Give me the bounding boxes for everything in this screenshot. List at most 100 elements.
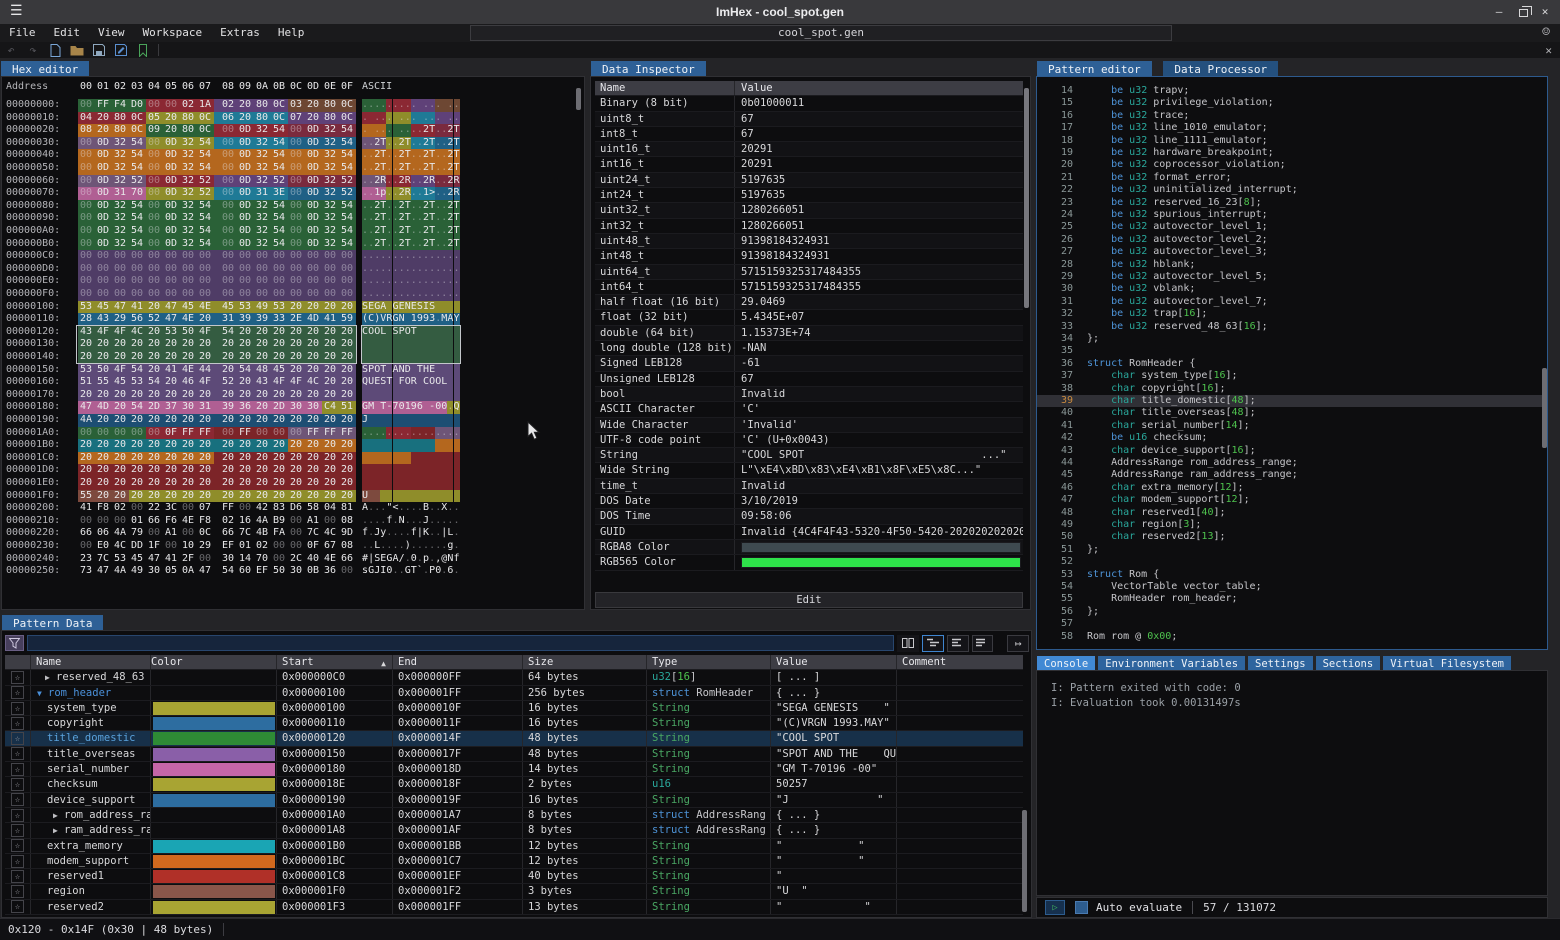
hex-byte[interactable]: 20 [163, 439, 180, 452]
hex-byte[interactable]: 08 [339, 540, 356, 553]
inspector-row[interactable]: uint16_t 20291 [595, 142, 1023, 158]
hex-byte[interactable]: 00 [146, 225, 163, 238]
hex-byte[interactable]: 20 [78, 464, 95, 477]
hex-byte[interactable]: 20 [339, 388, 356, 402]
hex-byte[interactable]: FF [339, 426, 356, 440]
hex-byte[interactable]: 0D [305, 187, 322, 200]
hex-row[interactable]: 00000090: 00 0D 32 54 00 0D 32 54 00 0D 32 54 00 0D 32 5… [2, 212, 580, 225]
hex-byte[interactable]: 00 [146, 174, 163, 188]
hex-byte[interactable]: 54 [339, 237, 356, 251]
hex-byte[interactable]: 00 [288, 540, 305, 553]
hex-byte[interactable]: 20 [129, 414, 146, 427]
inspector-row[interactable]: half float (16 bit) 29.0469 [595, 295, 1023, 311]
hex-byte[interactable]: 32 [322, 225, 339, 238]
hex-byte[interactable]: 52 [197, 187, 214, 200]
hex-byte[interactable]: 00 [146, 149, 163, 162]
hex-byte[interactable]: 20 [112, 401, 129, 414]
hex-byte[interactable]: 00 [322, 250, 339, 263]
hex-byte[interactable]: 20 [163, 376, 180, 389]
hex-byte[interactable]: 31 [254, 187, 271, 200]
hex-byte[interactable]: 81 [339, 502, 356, 515]
hex-byte[interactable]: 20 [95, 464, 112, 477]
hex-byte[interactable]: 32 [180, 136, 197, 150]
hex-byte[interactable]: 20 [339, 338, 356, 351]
hex-byte[interactable]: 00 [146, 527, 163, 540]
hex-byte[interactable]: 20 [180, 477, 197, 490]
hex-byte[interactable]: 54 [271, 237, 288, 251]
hex-byte[interactable]: 41 [129, 300, 146, 314]
hex-byte[interactable]: 00 [254, 250, 271, 263]
hex-ascii-char[interactable]: T [453, 212, 460, 225]
hex-byte[interactable]: 00 [78, 199, 95, 213]
hex-byte[interactable]: 20 [180, 464, 197, 477]
hex-byte[interactable]: 4A [112, 565, 129, 575]
pattern-table-row[interactable]: ☆ region 0x000001F0 0x000001F2 3 bytes String… [5, 884, 1023, 900]
hex-byte[interactable]: 20 [254, 464, 271, 477]
hex-byte[interactable]: 00 [214, 275, 237, 288]
code-line[interactable]: 33 be u32 reserved_48_63[16]; [1037, 321, 1547, 333]
hex-byte[interactable]: 20 [197, 313, 214, 326]
hex-byte[interactable]: 00 [288, 527, 305, 540]
hex-byte[interactable]: 4A [78, 414, 95, 427]
hex-byte[interactable]: 52 [146, 313, 163, 326]
hex-byte[interactable]: EF [254, 565, 271, 575]
hex-byte[interactable]: 00 [112, 288, 129, 301]
hex-byte[interactable]: 32 [112, 212, 129, 225]
hex-byte[interactable]: 20 [322, 477, 339, 490]
hex-byte[interactable]: 0D [237, 124, 254, 137]
hex-byte[interactable]: 53 [112, 553, 129, 566]
hex-byte[interactable]: 20 [288, 451, 305, 465]
hex-row[interactable]: 00000180: 47 4D 20 54 2D 37 30 31 39 36 20 2D 30 30 C4 5… [2, 401, 580, 414]
hex-byte[interactable]: 20 [322, 388, 339, 402]
hex-byte[interactable]: 00 [146, 212, 163, 225]
hex-byte[interactable]: 20 [322, 300, 339, 314]
hex-byte[interactable]: 54 [129, 162, 146, 175]
hex-byte[interactable]: 47 [78, 401, 95, 414]
hex-ascii-char[interactable] [453, 439, 460, 452]
inspector-row[interactable]: Unsigned LEB128 67 [595, 371, 1023, 387]
hex-byte[interactable]: 53 [271, 300, 288, 314]
hex-byte[interactable]: 2D [271, 401, 288, 414]
hex-byte[interactable]: 0C [339, 99, 356, 112]
hex-byte[interactable]: 00 [322, 515, 339, 528]
hex-byte[interactable]: 20 [214, 363, 237, 377]
hex-byte[interactable]: 54 [237, 363, 254, 377]
hex-byte[interactable]: EF [220, 540, 237, 553]
hex-byte[interactable]: 54 [197, 136, 214, 150]
hex-byte[interactable]: 0F [305, 540, 322, 553]
hex-byte[interactable]: 20 [129, 338, 146, 351]
hex-ascii-char[interactable]: Q [453, 401, 460, 414]
hex-ascii-char[interactable]: . [453, 99, 460, 112]
hex-byte[interactable]: 00 [339, 250, 356, 263]
hex-row[interactable]: 00000240: 23 7C 53 45 47 41 2F 00 30 14 70 00 2C 40 4E 6… [2, 553, 580, 566]
hex-byte[interactable]: 32 [322, 162, 339, 175]
hex-byte[interactable]: 00 [339, 275, 356, 288]
hex-byte[interactable]: 00 [112, 426, 129, 440]
hex-byte[interactable]: 20 [271, 414, 288, 427]
hex-byte[interactable]: 55 [78, 489, 95, 503]
hex-byte[interactable]: 20 [305, 489, 322, 503]
hex-byte[interactable]: 00 [288, 199, 305, 213]
hex-byte[interactable]: 67 [322, 540, 339, 553]
hex-ascii-char[interactable]: Y [453, 313, 460, 326]
hex-byte[interactable]: 00 [322, 275, 339, 288]
hex-byte[interactable]: 20 [254, 401, 271, 414]
hex-ascii-char[interactable] [453, 414, 460, 427]
pattern-table-row[interactable]: ☆ title_overseas 0x00000150 0x0000017F 48 by… [5, 746, 1023, 763]
hex-byte[interactable]: 20 [129, 477, 146, 490]
hex-byte[interactable]: 20 [163, 351, 180, 364]
hex-byte[interactable]: 00 [214, 174, 237, 188]
hex-byte[interactable]: 00 [288, 162, 305, 175]
hex-byte[interactable]: 80 [322, 99, 339, 112]
hex-byte[interactable]: 45 [112, 376, 129, 389]
hex-byte[interactable]: 0D [305, 124, 322, 137]
hex-byte[interactable]: 47 [163, 313, 180, 326]
hex-byte[interactable]: 20 [271, 388, 288, 402]
hex-ascii-char[interactable] [453, 300, 460, 314]
hex-byte[interactable]: 20 [112, 388, 129, 402]
hex-byte[interactable]: 00 [271, 540, 288, 553]
hex-byte[interactable]: 30 [288, 565, 305, 575]
hex-byte[interactable]: 20 [339, 300, 356, 314]
hex-byte[interactable]: 80 [254, 111, 271, 125]
hex-byte[interactable]: 00 [180, 275, 197, 288]
